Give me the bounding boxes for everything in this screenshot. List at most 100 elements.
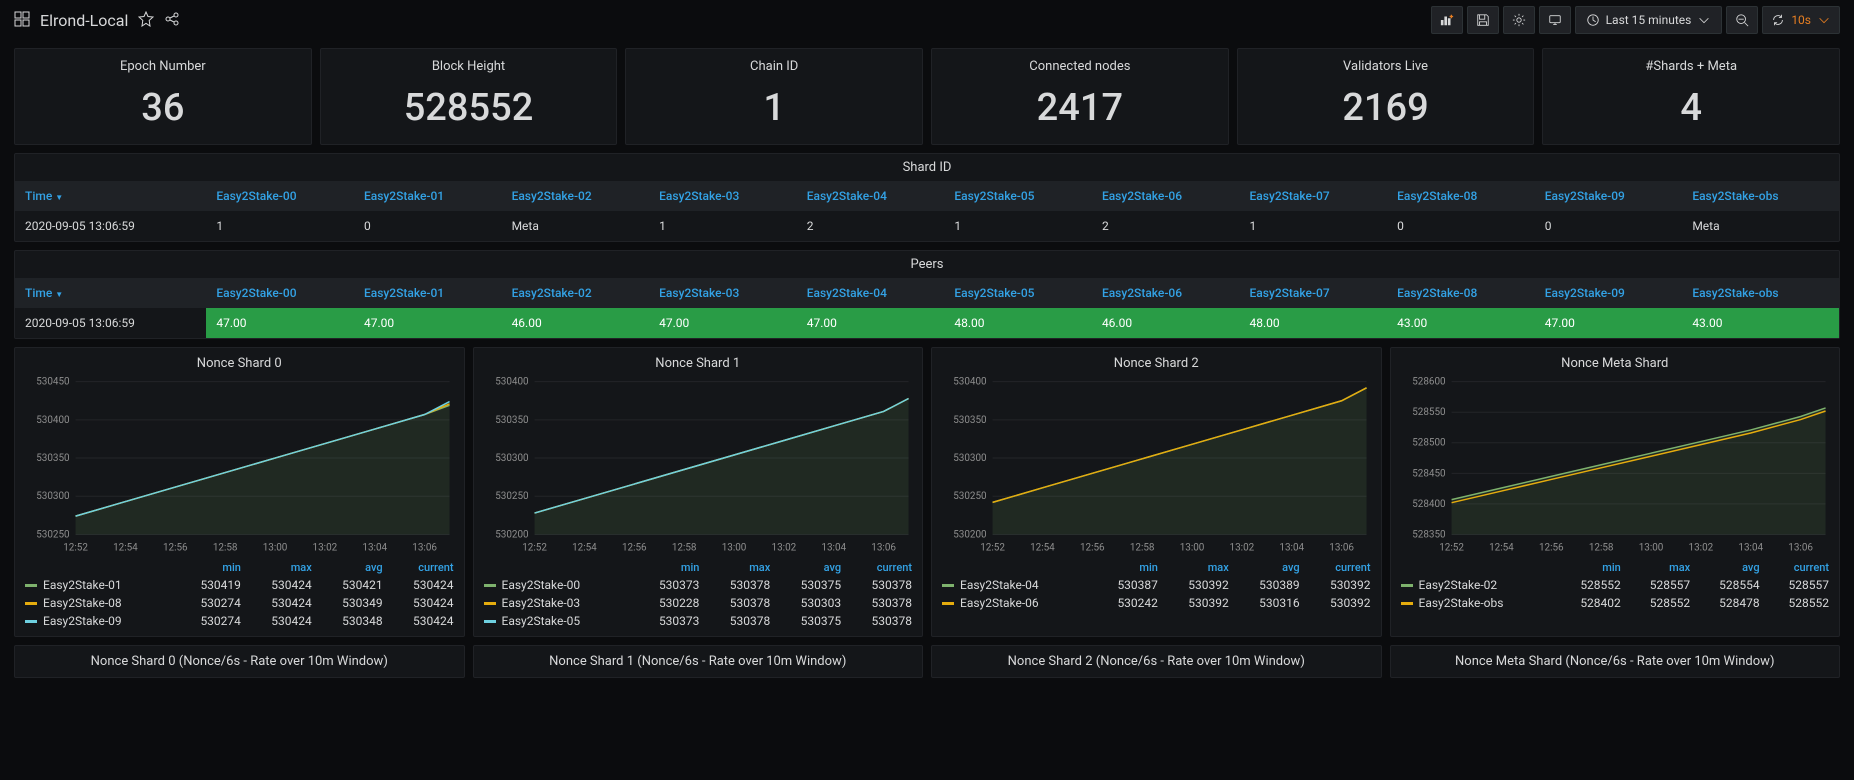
stat-panel[interactable]: #Shards + Meta 4 bbox=[1542, 48, 1840, 145]
column-header[interactable]: Easy2Stake-09 bbox=[1535, 278, 1683, 308]
table-cell: 2 bbox=[1092, 211, 1240, 241]
table-cell: 0 bbox=[1387, 211, 1535, 241]
chart-plot[interactable]: 52835052840052845052850052855052860012:5… bbox=[1397, 375, 1834, 555]
svg-text:530300: 530300 bbox=[495, 453, 528, 464]
legend-row[interactable]: Easy2Stake-09 530274530424530348530424 bbox=[21, 612, 458, 630]
svg-text:530250: 530250 bbox=[36, 529, 69, 540]
svg-text:530350: 530350 bbox=[953, 415, 986, 426]
svg-text:530400: 530400 bbox=[953, 377, 986, 388]
column-header[interactable]: Easy2Stake-06 bbox=[1092, 278, 1240, 308]
stat-panel[interactable]: Epoch Number 36 bbox=[14, 48, 312, 145]
column-header[interactable]: Easy2Stake-01 bbox=[354, 278, 502, 308]
chart-legend: minmaxavgcurrent Easy2Stake-04 530387530… bbox=[938, 555, 1375, 612]
chart-plot[interactable]: 53025053030053035053040053045012:5212:54… bbox=[21, 375, 458, 555]
rate-panel-header[interactable]: Nonce Meta Shard (Nonce/6s - Rate over 1… bbox=[1390, 645, 1841, 678]
column-header[interactable]: Easy2Stake-obs bbox=[1682, 181, 1839, 211]
column-header[interactable]: Easy2Stake-04 bbox=[797, 181, 945, 211]
svg-text:13:06: 13:06 bbox=[412, 542, 437, 553]
column-header[interactable]: Easy2Stake-obs bbox=[1682, 278, 1839, 308]
table-cell: 1 bbox=[1240, 211, 1388, 241]
table-cell: 48.00 bbox=[1240, 308, 1388, 338]
legend-row[interactable]: Easy2Stake-01 530419530424530421530424 bbox=[21, 576, 458, 594]
svg-text:530200: 530200 bbox=[953, 529, 986, 540]
stat-label: Validators Live bbox=[1238, 59, 1534, 74]
dashboard-title[interactable]: Elrond-Local bbox=[40, 11, 128, 30]
legend-row[interactable]: Easy2Stake-06 530242530392530316530392 bbox=[938, 594, 1375, 612]
settings-button[interactable] bbox=[1503, 6, 1535, 34]
column-header[interactable]: Easy2Stake-08 bbox=[1387, 278, 1535, 308]
stat-panel[interactable]: Connected nodes 2417 bbox=[931, 48, 1229, 145]
column-header[interactable]: Easy2Stake-03 bbox=[649, 278, 797, 308]
star-icon[interactable] bbox=[138, 11, 154, 30]
table-cell: 1 bbox=[649, 211, 797, 241]
legend-row[interactable]: Easy2Stake-02 528552528557528554528557 bbox=[1397, 576, 1834, 594]
column-header[interactable]: Easy2Stake-00 bbox=[206, 181, 354, 211]
zoom-out-button[interactable] bbox=[1726, 6, 1758, 34]
legend-row[interactable]: Easy2Stake-obs 528402528552528478528552 bbox=[1397, 594, 1834, 612]
legend-row[interactable]: Easy2Stake-08 530274530424530349530424 bbox=[21, 594, 458, 612]
dashboard-grid-icon[interactable] bbox=[14, 11, 30, 30]
time-range-picker[interactable]: Last 15 minutes bbox=[1575, 6, 1723, 34]
rate-panel-header[interactable]: Nonce Shard 0 (Nonce/6s - Rate over 10m … bbox=[14, 645, 465, 678]
column-header[interactable]: Easy2Stake-00 bbox=[206, 278, 354, 308]
column-header[interactable]: Easy2Stake-05 bbox=[944, 181, 1092, 211]
svg-text:12:52: 12:52 bbox=[980, 542, 1005, 553]
save-button[interactable] bbox=[1467, 6, 1499, 34]
table-cell: 1 bbox=[944, 211, 1092, 241]
table-cell: 47.00 bbox=[1535, 308, 1683, 338]
legend-row[interactable]: Easy2Stake-04 530387530392530389530392 bbox=[938, 576, 1375, 594]
chart-panel[interactable]: Nonce Shard 2 53020053025053030053035053… bbox=[931, 347, 1382, 637]
chart-title: Nonce Meta Shard bbox=[1397, 356, 1834, 371]
column-header[interactable]: Easy2Stake-01 bbox=[354, 181, 502, 211]
column-header[interactable]: Easy2Stake-08 bbox=[1387, 181, 1535, 211]
column-header[interactable]: Easy2Stake-04 bbox=[797, 278, 945, 308]
view-mode-button[interactable] bbox=[1539, 6, 1571, 34]
rate-panel-header[interactable]: Nonce Shard 1 (Nonce/6s - Rate over 10m … bbox=[473, 645, 924, 678]
column-header[interactable]: Easy2Stake-02 bbox=[502, 278, 650, 308]
chart-panel[interactable]: Nonce Shard 1 53020053025053030053035053… bbox=[473, 347, 924, 637]
time-range-label: Last 15 minutes bbox=[1606, 13, 1692, 27]
chart-plot[interactable]: 53020053025053030053035053040012:5212:54… bbox=[480, 375, 917, 555]
column-header[interactable]: Easy2Stake-07 bbox=[1240, 278, 1388, 308]
header-bar: Elrond-Local Last 15 minutes bbox=[0, 0, 1854, 40]
legend-row[interactable]: Easy2Stake-03 530228530378530303530378 bbox=[480, 594, 917, 612]
column-header[interactable]: Easy2Stake-09 bbox=[1535, 181, 1683, 211]
chart-title: Nonce Shard 1 bbox=[480, 356, 917, 371]
rate-panel-header[interactable]: Nonce Shard 2 (Nonce/6s - Rate over 10m … bbox=[931, 645, 1382, 678]
chart-panel[interactable]: Nonce Meta Shard 52835052840052845052850… bbox=[1390, 347, 1841, 637]
column-header[interactable]: Easy2Stake-05 bbox=[944, 278, 1092, 308]
sort-caret-icon: ▼ bbox=[55, 290, 63, 299]
column-header[interactable]: Time▼ bbox=[15, 181, 206, 211]
column-header[interactable]: Easy2Stake-07 bbox=[1240, 181, 1388, 211]
stat-panel[interactable]: Validators Live 2169 bbox=[1237, 48, 1535, 145]
svg-text:530400: 530400 bbox=[495, 377, 528, 388]
legend-row[interactable]: Easy2Stake-05 530373530378530375530378 bbox=[480, 612, 917, 630]
svg-text:12:52: 12:52 bbox=[63, 542, 88, 553]
add-panel-button[interactable] bbox=[1431, 6, 1463, 34]
svg-text:12:58: 12:58 bbox=[1130, 542, 1155, 553]
legend-row[interactable]: Easy2Stake-00 530373530378530375530378 bbox=[480, 576, 917, 594]
stat-panel[interactable]: Chain ID 1 bbox=[625, 48, 923, 145]
table-cell: 2 bbox=[797, 211, 945, 241]
shard-id-table-panel: Shard ID Time▼Easy2Stake-00Easy2Stake-01… bbox=[14, 153, 1840, 242]
share-icon[interactable] bbox=[164, 11, 180, 30]
refresh-interval-picker[interactable]: 10s bbox=[1762, 6, 1840, 34]
svg-text:13:04: 13:04 bbox=[821, 542, 846, 553]
table-cell: 47.00 bbox=[797, 308, 945, 338]
stat-label: #Shards + Meta bbox=[1543, 59, 1839, 74]
column-header[interactable]: Time▼ bbox=[15, 278, 206, 308]
chart-panel[interactable]: Nonce Shard 0 53025053030053035053040053… bbox=[14, 347, 465, 637]
stat-panel[interactable]: Block Height 528552 bbox=[320, 48, 618, 145]
column-header[interactable]: Easy2Stake-02 bbox=[502, 181, 650, 211]
table-cell: 47.00 bbox=[649, 308, 797, 338]
column-header[interactable]: Easy2Stake-03 bbox=[649, 181, 797, 211]
stat-value: 36 bbox=[15, 86, 311, 130]
svg-text:12:56: 12:56 bbox=[163, 542, 188, 553]
svg-text:13:06: 13:06 bbox=[1788, 542, 1813, 553]
stat-value: 2169 bbox=[1238, 86, 1534, 130]
svg-text:13:02: 13:02 bbox=[771, 542, 796, 553]
stat-label: Connected nodes bbox=[932, 59, 1228, 74]
svg-text:12:58: 12:58 bbox=[671, 542, 696, 553]
chart-plot[interactable]: 53020053025053030053035053040012:5212:54… bbox=[938, 375, 1375, 555]
column-header[interactable]: Easy2Stake-06 bbox=[1092, 181, 1240, 211]
